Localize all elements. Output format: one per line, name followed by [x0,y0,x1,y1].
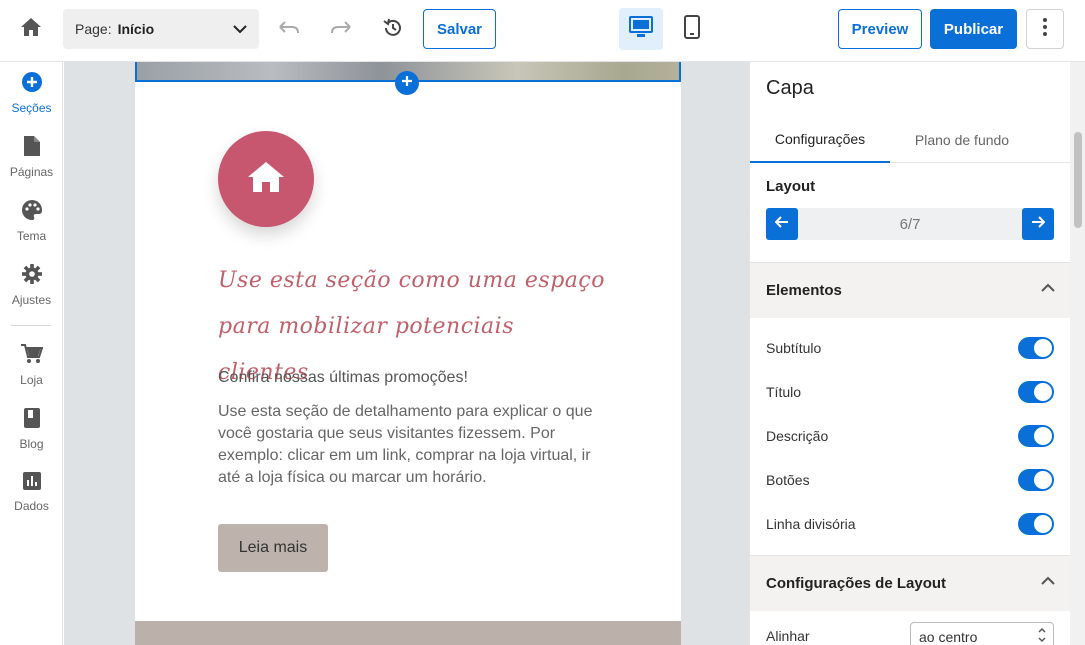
sidebar-item-label: Blog [19,437,44,451]
preview-button[interactable]: Preview [838,9,922,49]
kebab-menu-icon [1043,17,1047,41]
home-button[interactable] [14,14,48,44]
sidebar-item-secoes[interactable]: Seções [0,72,63,130]
left-sidebar: Seções Páginas Tema Ajustes Loja Blog Da… [0,62,63,645]
layout-stepper: 6/7 [766,208,1054,240]
elements-header-label: Elementos [766,282,842,299]
layout-value: 6/7 [899,215,921,233]
scrollbar-thumb[interactable] [1074,132,1082,228]
title-toggle[interactable] [1018,381,1054,403]
section-description[interactable]: Use esta seção de detalhamento para expl… [218,401,613,489]
toggle-row-descricao: Descrição [750,414,1070,458]
subtitle-toggle[interactable] [1018,337,1054,359]
panel-tabs: Configurações Plano de fundo [750,117,1070,163]
save-button[interactable]: Salvar [423,9,496,49]
sidebar-item-paginas[interactable]: Páginas [0,136,63,194]
sidebar-item-label: Ajustes [11,293,52,307]
align-setting-row: Alinhar ao centro [750,620,1070,645]
next-section-preview[interactable] [135,621,681,645]
arrow-right-icon [1031,215,1046,233]
sidebar-item-label: Dados [14,499,49,513]
undo-icon [278,20,300,40]
buttons-toggle[interactable] [1018,469,1054,491]
sidebar-divider [11,325,51,326]
section-subtitle[interactable]: Confira nossas últimas promoções! [218,369,468,387]
add-section-button[interactable] [395,71,419,95]
gear-icon [21,264,42,289]
book-icon [23,408,40,433]
document-icon [23,136,40,161]
history-button[interactable] [378,15,408,45]
select-arrows-icon [1037,626,1047,644]
section-icon-circle[interactable] [218,131,314,227]
toggle-row-linha-divisoria: Linha divisória [750,502,1070,546]
more-options-button[interactable] [1026,9,1064,49]
description-toggle[interactable] [1018,425,1054,447]
toggle-row-subtitulo: Subtítulo [750,326,1070,370]
chevron-up-icon [1041,576,1055,585]
layout-next-button[interactable] [1022,208,1054,240]
layout-settings-section-header[interactable]: Configurações de Layout [750,555,1070,611]
sidebar-item-label: Seções [11,101,52,115]
tab-configuracoes[interactable]: Configurações [750,117,890,163]
align-label: Alinhar [766,628,810,644]
desktop-icon [629,15,653,43]
toggle-label: Subtítulo [766,340,822,356]
chart-icon [22,472,41,495]
publish-button[interactable]: Publicar [930,9,1017,49]
align-select[interactable]: ao centro [910,622,1054,645]
tab-plano-de-fundo[interactable]: Plano de fundo [890,117,1034,163]
sidebar-item-dados[interactable]: Dados [0,472,63,530]
page-selector[interactable]: Page: Início [63,9,259,49]
plus-icon [401,74,413,92]
home-icon [21,17,41,41]
undo-button[interactable] [274,15,304,45]
toggle-label: Título [766,384,802,400]
editor-canvas: Use esta seção como uma espaço para mobi… [64,62,749,645]
align-select-value: ao centro [919,629,978,645]
toggle-label: Botões [766,472,810,488]
mobile-icon [684,14,700,44]
sidebar-item-label: Páginas [9,165,54,179]
redo-button[interactable] [326,15,356,45]
mobile-view-button[interactable] [670,8,714,50]
palette-icon [21,200,42,225]
top-toolbar: Page: Início Salvar Preview Publicar [0,0,1085,62]
elements-section-header[interactable]: Elementos [750,262,1070,318]
toggle-label: Descrição [766,428,829,444]
toggle-label: Linha divisória [766,516,856,532]
chevron-down-icon [233,24,247,34]
toggle-row-botoes: Botões [750,458,1070,502]
arrow-left-icon [774,215,789,233]
sidebar-item-label: Loja [20,373,43,387]
divider-toggle[interactable] [1018,513,1054,535]
sidebar-item-ajustes[interactable]: Ajustes [0,264,63,322]
plus-circle-icon [21,72,42,97]
read-more-button[interactable]: Leia mais [218,524,328,572]
redo-icon [330,20,352,40]
layout-prev-button[interactable] [766,208,798,240]
sidebar-item-label: Tema [16,229,47,243]
layout-label: Layout [766,178,816,195]
toggle-row-titulo: Título [750,370,1070,414]
sidebar-item-blog[interactable]: Blog [0,408,63,466]
sidebar-item-tema[interactable]: Tema [0,200,63,258]
panel-title: Capa [766,77,814,99]
page-selector-value: Início [117,21,155,37]
sidebar-item-loja[interactable]: Loja [0,344,63,402]
panel-scrollbar[interactable] [1070,62,1085,645]
history-icon [382,17,404,44]
home-icon [248,161,284,197]
page-preview: Use esta seção como uma espaço para mobi… [135,62,681,645]
settings-panel: Capa Configurações Plano de fundo Layout… [749,62,1070,645]
cart-icon [20,344,43,369]
page-selector-prefix: Page: [75,21,112,37]
desktop-view-button[interactable] [619,8,663,50]
chevron-up-icon [1041,283,1055,292]
layout-settings-header-label: Configurações de Layout [766,575,947,592]
